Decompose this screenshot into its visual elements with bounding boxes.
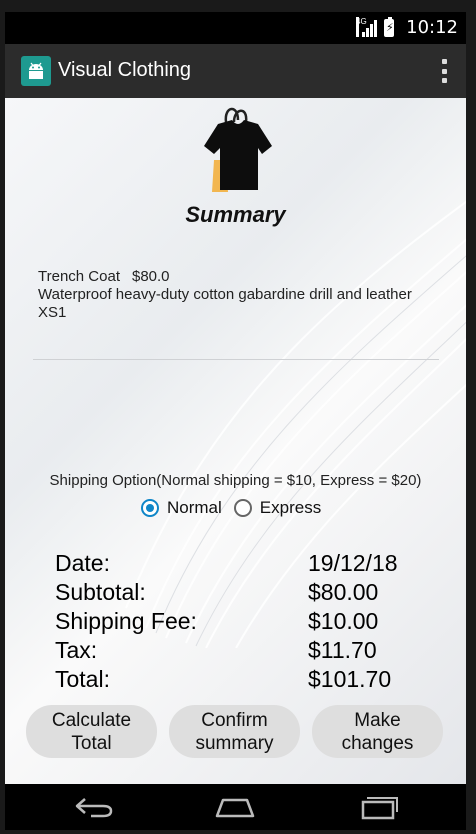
confirm-line2: summary xyxy=(195,732,274,754)
item-name-row: Trench Coat $80.0 xyxy=(38,268,438,286)
subtotal-label: Subtotal: xyxy=(55,579,146,605)
cart-item: Trench Coat $80.0 Waterproof heavy-duty c… xyxy=(38,268,438,322)
status-time: 10:12 xyxy=(406,17,458,38)
status-icons: 4G ⚡ xyxy=(356,17,394,37)
item-size: XS1 xyxy=(38,304,67,321)
date-row: Date: 19/12/18 xyxy=(55,549,435,578)
radio-express[interactable]: Express xyxy=(233,498,322,518)
make-changes-line2: changes xyxy=(341,732,414,754)
network-type: 4G xyxy=(356,17,367,37)
item-price: $80.0 xyxy=(131,268,170,285)
recents-icon[interactable] xyxy=(359,794,399,820)
navigation-bar xyxy=(5,784,466,830)
item-divider xyxy=(33,359,439,360)
shipping-fee-row: Shipping Fee: $10.00 xyxy=(55,607,435,636)
confirm-summary-button[interactable]: Confirm summary xyxy=(169,705,300,758)
radio-normal-label: Normal xyxy=(167,498,222,517)
make-changes-button[interactable]: Make changes xyxy=(312,705,443,758)
subtotal-row: Subtotal: $80.00 xyxy=(55,578,435,607)
radio-normal[interactable]: Normal xyxy=(141,498,222,518)
summary-screen: Summary Trench Coat $80.0 Waterproof heav… xyxy=(5,98,466,784)
android-icon xyxy=(21,56,51,86)
make-changes-line1: Make xyxy=(354,709,401,731)
radio-express-label: Express xyxy=(259,498,322,517)
tax-value: $11.70 xyxy=(308,637,377,663)
home-icon[interactable] xyxy=(213,794,257,820)
summary-title: Summary xyxy=(185,202,286,227)
total-label: Total: xyxy=(55,666,110,692)
tax-row: Tax: $11.70 xyxy=(55,636,435,665)
tax-label: Tax: xyxy=(55,637,98,663)
back-icon[interactable] xyxy=(73,794,115,820)
subtotal-value: $80.00 xyxy=(308,579,379,605)
app-title: Visual Clothing xyxy=(58,59,192,81)
totals-table: Date: 19/12/18 Subtotal: $80.00 Shipping… xyxy=(55,549,435,694)
status-bar: 4G ⚡ 10:12 xyxy=(5,12,466,44)
date-label: Date: xyxy=(55,550,110,576)
total-row: Total: $101.70 xyxy=(55,665,435,694)
shipping-option-label: Shipping Option(Normal shipping = $10, E… xyxy=(49,472,422,489)
confirm-line1: Confirm xyxy=(201,709,268,731)
shipping-fee-value: $10.00 xyxy=(308,608,379,634)
shopping-bag-shirt-icon xyxy=(204,107,272,192)
radio-express-circle[interactable] xyxy=(233,499,252,517)
signal-icon: 4G xyxy=(356,17,378,37)
date-value: 19/12/18 xyxy=(308,550,398,576)
shipping-radio-group: Normal Express xyxy=(141,498,333,518)
calculate-line2: Total xyxy=(71,732,112,754)
item-description: Waterproof heavy-duty cotton gabardine d… xyxy=(38,286,412,303)
phone-screen: 4G ⚡ 10:12 Visual Clothing Summary Trenc… xyxy=(5,12,466,830)
more-vert-icon[interactable] xyxy=(440,59,448,83)
battery-icon: ⚡ xyxy=(384,17,394,37)
total-value: $101.70 xyxy=(308,666,392,692)
app-bar: Visual Clothing xyxy=(5,44,466,98)
radio-normal-circle[interactable] xyxy=(141,499,159,517)
calculate-line1: Calculate xyxy=(51,709,132,731)
shipping-fee-label: Shipping Fee: xyxy=(55,608,197,634)
calculate-total-button[interactable]: Calculate Total xyxy=(26,705,157,758)
item-name: Trench Coat xyxy=(38,268,120,285)
